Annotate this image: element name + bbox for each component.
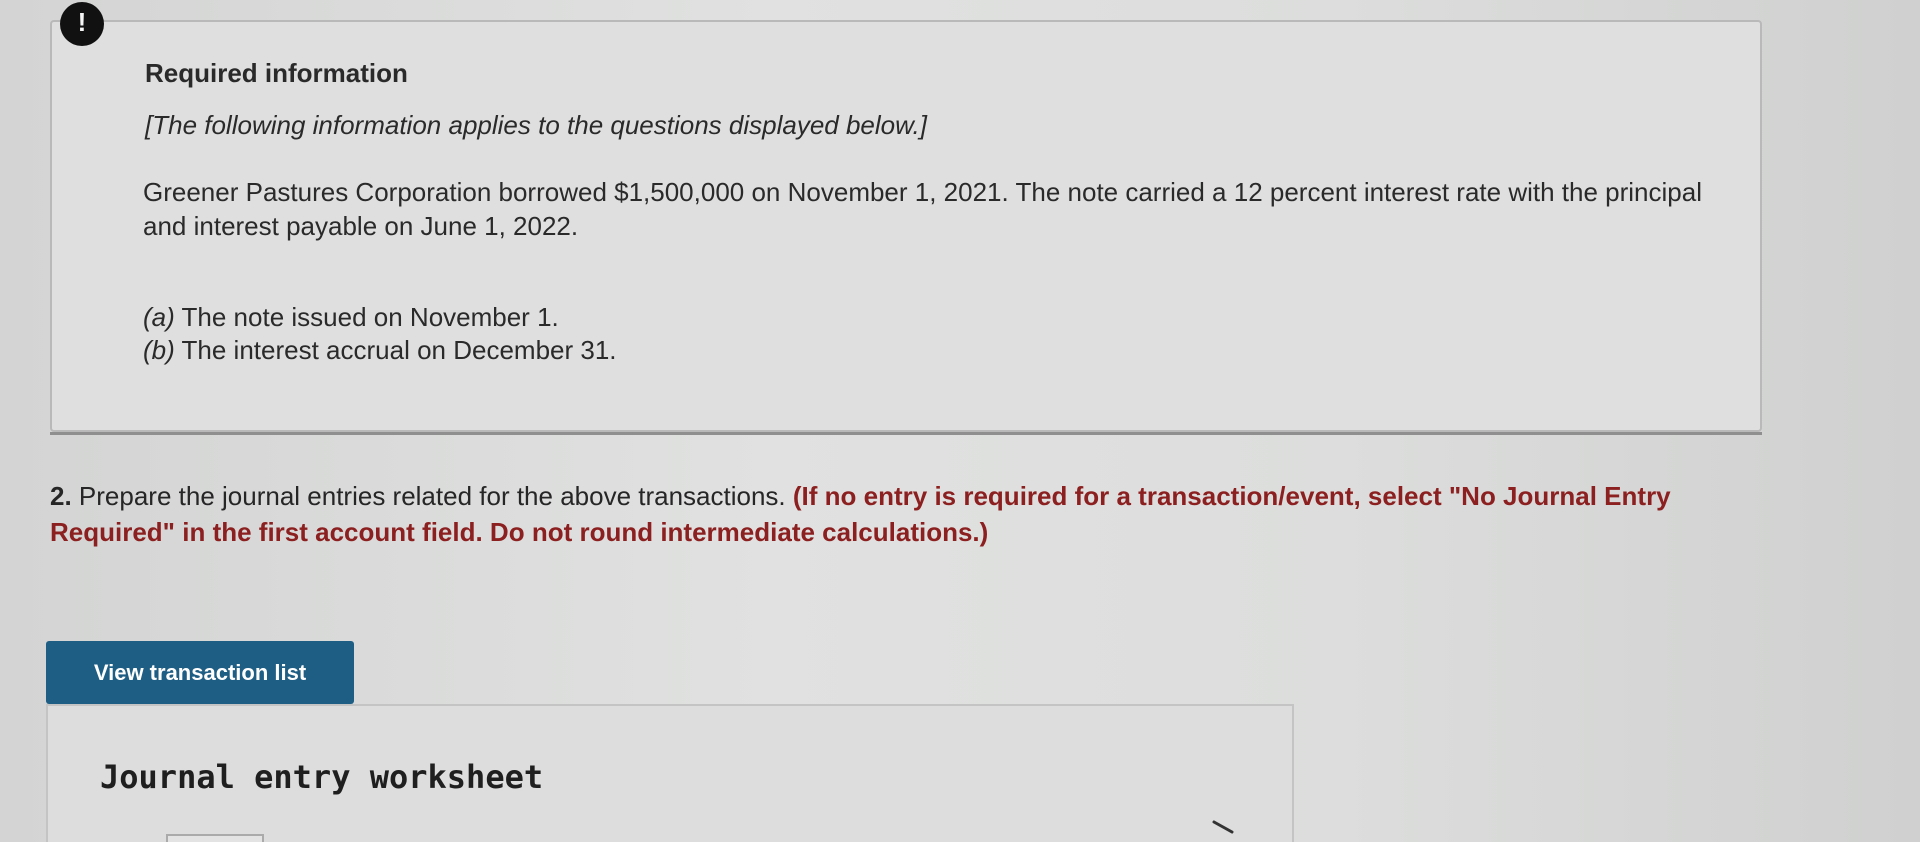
panel-divider [50, 432, 1762, 435]
question-text: Prepare the journal entries related for … [71, 481, 793, 511]
item-letter: (b) [143, 335, 175, 365]
item-text: The note issued on November 1. [174, 302, 559, 332]
view-transaction-list-button[interactable]: View transaction list [46, 641, 354, 704]
info-body: Greener Pastures Corporation borrowed $1… [143, 177, 1702, 241]
info-title: Required information [145, 58, 408, 88]
info-note: [The following information applies to th… [145, 110, 927, 140]
info-item-a: (a) The note issued on November 1. [143, 302, 559, 333]
exclamation-icon: ! [60, 2, 104, 46]
item-letter: (a) [143, 302, 175, 332]
chevron-right-icon[interactable] [1210, 818, 1238, 842]
worksheet-tab[interactable] [166, 834, 264, 842]
worksheet-title: Journal entry worksheet [100, 758, 544, 796]
question-number: 2. [50, 481, 72, 511]
info-item-b: (b) The interest accrual on December 31. [143, 335, 617, 366]
question-prompt: 2. Prepare the journal entries related f… [50, 478, 1770, 550]
item-text: The interest accrual on December 31. [174, 335, 617, 365]
